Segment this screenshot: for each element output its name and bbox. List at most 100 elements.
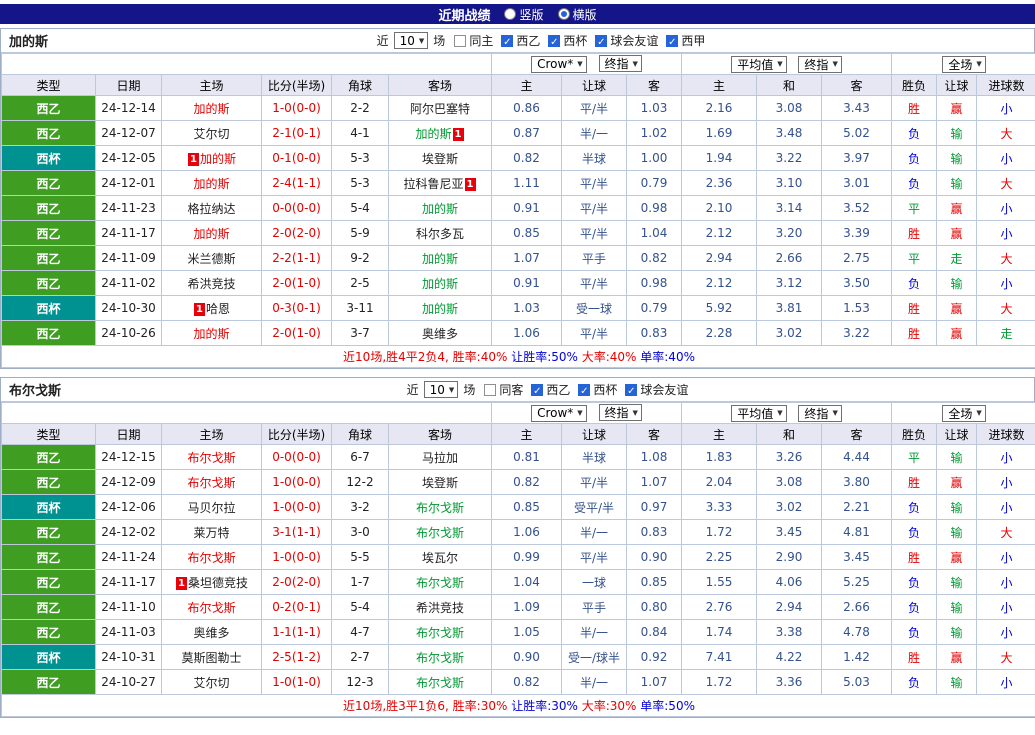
- team-link[interactable]: 哈恩: [206, 302, 230, 316]
- away-team-cell[interactable]: 布尔戈斯: [388, 494, 492, 520]
- radio-icon[interactable]: [557, 8, 570, 20]
- away-team-cell[interactable]: 加的斯: [388, 195, 492, 221]
- home-team-cell[interactable]: 布尔戈斯: [161, 544, 262, 570]
- home-team-cell[interactable]: 格拉纳达: [161, 195, 262, 221]
- team-link[interactable]: 加的斯: [200, 152, 236, 166]
- away-team-cell[interactable]: 马拉加: [388, 444, 492, 470]
- team-link[interactable]: 拉科鲁尼亚: [403, 177, 463, 191]
- team-link[interactable]: 格拉纳达: [187, 202, 235, 216]
- team-link[interactable]: 布尔戈斯: [187, 476, 235, 490]
- team-link[interactable]: 埃登斯: [422, 152, 458, 166]
- team-link[interactable]: 艾尔切: [193, 676, 229, 690]
- filter-option[interactable]: 同主: [454, 32, 493, 49]
- team-link[interactable]: 桑坦德竞技: [188, 576, 248, 590]
- home-team-cell[interactable]: 莫斯图勒士: [161, 644, 262, 670]
- final-index-select[interactable]: 终指 ▼: [598, 404, 642, 422]
- filter-option[interactable]: 西杯: [578, 381, 617, 398]
- team-link[interactable]: 埃登斯: [422, 476, 458, 490]
- team-link[interactable]: 加的斯: [422, 252, 458, 266]
- checkbox-icon[interactable]: [666, 34, 679, 47]
- team-link[interactable]: 布尔戈斯: [416, 676, 464, 690]
- filter-option[interactable]: 西乙: [531, 381, 570, 398]
- checkbox-icon[interactable]: [454, 34, 467, 47]
- filter-option[interactable]: 西杯: [548, 32, 587, 49]
- home-team-cell[interactable]: 加的斯: [161, 220, 262, 246]
- team-link[interactable]: 加的斯: [193, 177, 229, 191]
- team-link[interactable]: 希洪竞技: [416, 601, 464, 615]
- team-link[interactable]: 布尔戈斯: [416, 576, 464, 590]
- average-select[interactable]: 平均值 ▼: [731, 404, 787, 422]
- team-link[interactable]: 布尔戈斯: [416, 501, 464, 515]
- team-link[interactable]: 艾尔切: [193, 127, 229, 141]
- home-team-cell[interactable]: 加的斯: [161, 320, 262, 346]
- checkbox-icon[interactable]: [484, 383, 497, 396]
- filter-option[interactable]: 西乙: [501, 32, 540, 49]
- away-team-cell[interactable]: 科尔多瓦: [388, 220, 492, 246]
- team-link[interactable]: 科尔多瓦: [416, 227, 464, 241]
- team-link[interactable]: 加的斯: [193, 227, 229, 241]
- checkbox-icon[interactable]: [578, 383, 591, 396]
- away-team-cell[interactable]: 加的斯 1: [388, 120, 492, 146]
- away-team-cell[interactable]: 阿尔巴塞特: [388, 95, 492, 121]
- away-team-cell[interactable]: 希洪竞技: [388, 594, 492, 620]
- away-team-cell[interactable]: 拉科鲁尼亚 1: [388, 170, 492, 196]
- bookmaker-select[interactable]: Crow* ▼: [531, 55, 587, 73]
- filter-option[interactable]: 球会友谊: [625, 381, 688, 398]
- team-link[interactable]: 米兰德斯: [187, 252, 235, 266]
- home-team-cell[interactable]: 马贝尔拉: [161, 494, 262, 520]
- team-link[interactable]: 加的斯: [415, 127, 451, 141]
- filter-option[interactable]: 同客: [484, 381, 523, 398]
- recent-count-select[interactable]: 10 ▼: [423, 381, 459, 398]
- away-team-cell[interactable]: 布尔戈斯: [388, 569, 492, 595]
- home-team-cell[interactable]: 加的斯: [161, 170, 262, 196]
- average-select[interactable]: 平均值 ▼: [731, 55, 787, 73]
- away-team-cell[interactable]: 埃瓦尔: [388, 544, 492, 570]
- recent-count-select[interactable]: 10 ▼: [393, 32, 429, 49]
- team-link[interactable]: 加的斯: [193, 327, 229, 341]
- team-link[interactable]: 加的斯: [422, 202, 458, 216]
- team-link[interactable]: 希洪竞技: [187, 277, 235, 291]
- team-link[interactable]: 阿尔巴塞特: [410, 102, 470, 116]
- layout-radio-horizontal[interactable]: 横版: [557, 6, 597, 23]
- radio-icon[interactable]: [504, 8, 517, 20]
- home-team-cell[interactable]: 奥维多: [161, 619, 262, 645]
- final-index-select[interactable]: 终指 ▼: [598, 55, 642, 73]
- home-team-cell[interactable]: 加的斯: [161, 95, 262, 121]
- away-team-cell[interactable]: 埃登斯: [388, 145, 492, 171]
- team-link[interactable]: 布尔戈斯: [187, 451, 235, 465]
- home-team-cell[interactable]: 米兰德斯: [161, 245, 262, 271]
- away-team-cell[interactable]: 埃登斯: [388, 469, 492, 495]
- team-link[interactable]: 加的斯: [422, 277, 458, 291]
- final-index-select[interactable]: 终指 ▼: [798, 404, 842, 422]
- home-team-cell[interactable]: 1 桑坦德竞技: [161, 569, 262, 595]
- home-team-cell[interactable]: 布尔戈斯: [161, 444, 262, 470]
- team-link[interactable]: 布尔戈斯: [187, 601, 235, 615]
- away-team-cell[interactable]: 加的斯: [388, 270, 492, 296]
- team-link[interactable]: 莫斯图勒士: [181, 651, 241, 665]
- checkbox-icon[interactable]: [625, 383, 638, 396]
- full-match-select[interactable]: 全场 ▼: [942, 404, 986, 422]
- team-link[interactable]: 奥维多: [422, 327, 458, 341]
- away-team-cell[interactable]: 布尔戈斯: [388, 669, 492, 695]
- layout-radio-vertical[interactable]: 竖版: [504, 6, 544, 23]
- home-team-cell[interactable]: 艾尔切: [161, 120, 262, 146]
- home-team-cell[interactable]: 布尔戈斯: [161, 469, 262, 495]
- away-team-cell[interactable]: 布尔戈斯: [388, 619, 492, 645]
- home-team-cell[interactable]: 莱万特: [161, 519, 262, 545]
- final-index-select[interactable]: 终指 ▼: [798, 55, 842, 73]
- home-team-cell[interactable]: 希洪竞技: [161, 270, 262, 296]
- team-link[interactable]: 莱万特: [193, 526, 229, 540]
- away-team-cell[interactable]: 布尔戈斯: [388, 644, 492, 670]
- away-team-cell[interactable]: 加的斯: [388, 295, 492, 321]
- away-team-cell[interactable]: 加的斯: [388, 245, 492, 271]
- team-link[interactable]: 加的斯: [422, 302, 458, 316]
- team-link[interactable]: 埃瓦尔: [422, 551, 458, 565]
- team-link[interactable]: 加的斯: [193, 102, 229, 116]
- bookmaker-select[interactable]: Crow* ▼: [531, 404, 587, 422]
- checkbox-icon[interactable]: [595, 34, 608, 47]
- home-team-cell[interactable]: 布尔戈斯: [161, 594, 262, 620]
- team-link[interactable]: 布尔戈斯: [416, 651, 464, 665]
- away-team-cell[interactable]: 奥维多: [388, 320, 492, 346]
- team-link[interactable]: 布尔戈斯: [416, 526, 464, 540]
- team-link[interactable]: 马拉加: [422, 451, 458, 465]
